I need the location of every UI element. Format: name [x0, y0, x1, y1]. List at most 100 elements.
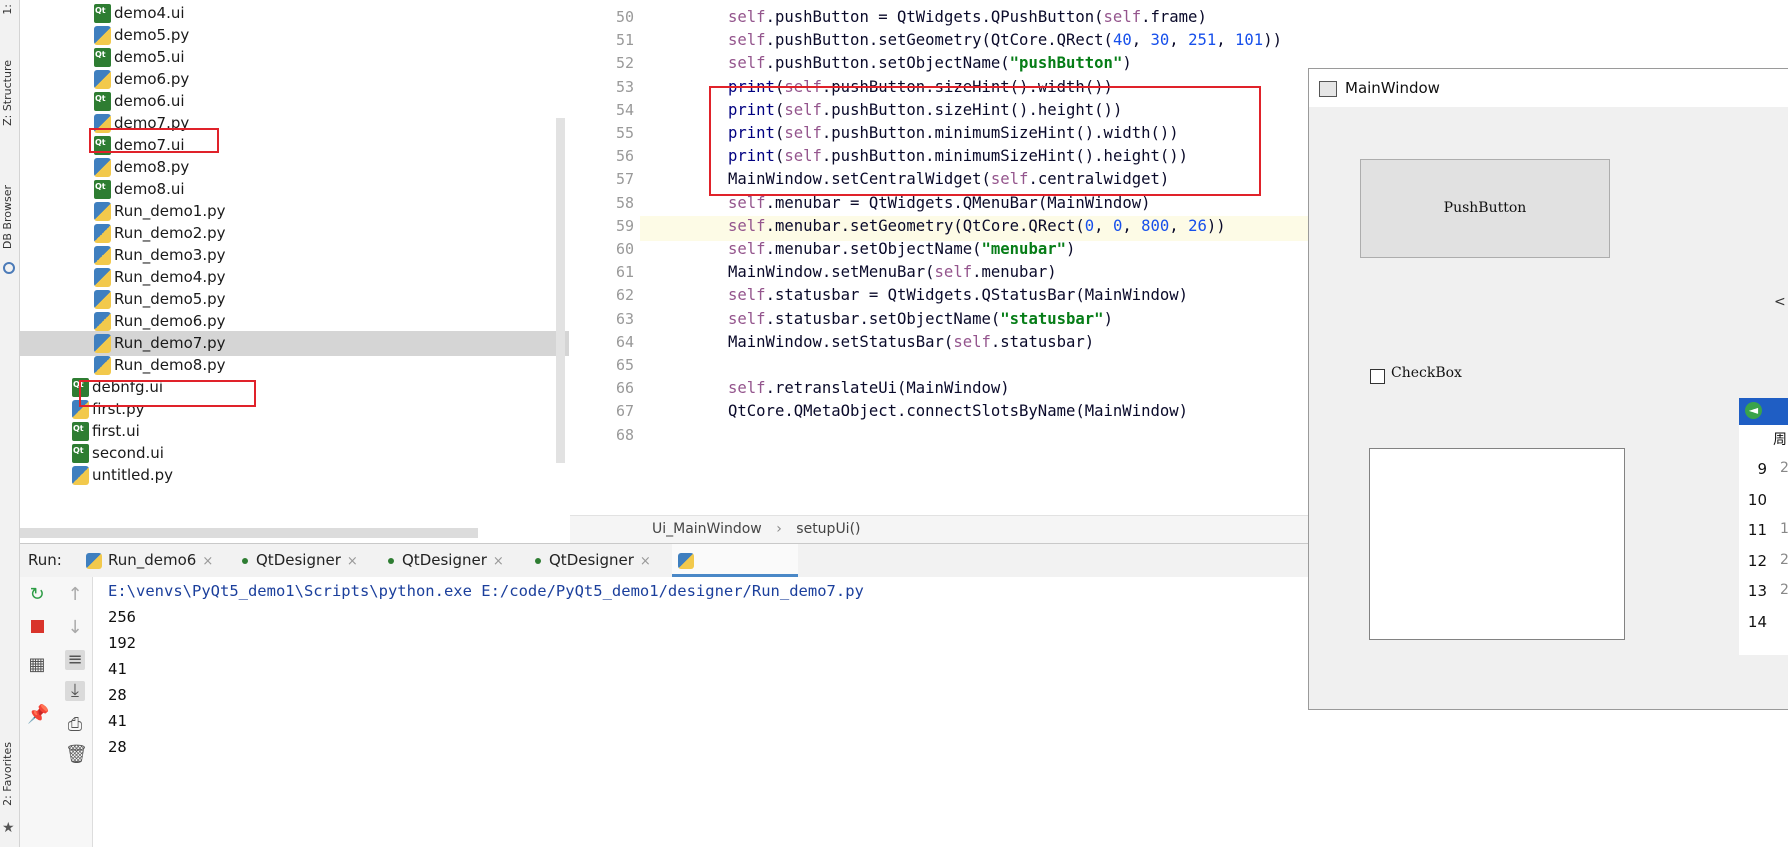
code-token: QtCore.QMetaObject.connectSlotsByName(Ma… — [728, 402, 1189, 421]
code-token: MainWindow.setStatusBar( — [728, 332, 954, 351]
code-line: self.retranslateUi(MainWindow) — [728, 379, 1010, 397]
calendar-week-number: 10 — [1747, 490, 1767, 509]
code-token: .statusbar.setObjectName( — [765, 309, 1001, 328]
db-browser-icon — [3, 262, 15, 274]
code-token: , — [1216, 31, 1236, 50]
calendar-weekday-header: 周 — [1773, 432, 1787, 448]
up-arrow-icon[interactable]: ↑ — [65, 585, 85, 605]
run-tab[interactable]: QtDesigner × — [525, 544, 665, 577]
checkbox-box[interactable] — [1370, 369, 1385, 384]
qt-ui-file-icon — [94, 174, 111, 199]
code-token: , — [1131, 31, 1151, 50]
calendar-day-cell[interactable]: 2 — [1780, 460, 1788, 476]
code-token: 251 — [1188, 31, 1217, 50]
calendar-week-number: 11 — [1747, 521, 1767, 539]
code-token: "menubar" — [981, 240, 1067, 258]
code-token: 800 — [1141, 216, 1170, 235]
code-token: self — [728, 216, 766, 235]
calendar-back-arrow-icon[interactable]: ◄ — [1745, 402, 1762, 419]
code-token: MainWindow.setMenuBar( — [728, 263, 935, 282]
calendar-day-cell[interactable]: 2 — [1780, 582, 1788, 598]
line-number: 67 — [615, 402, 634, 421]
tree-item-label: untitled.py — [92, 466, 174, 484]
code-token: ) — [1066, 240, 1076, 258]
code-token: self — [728, 193, 766, 212]
down-arrow-icon[interactable]: ↓ — [65, 618, 85, 638]
print-icon[interactable]: ⎙ — [65, 715, 85, 735]
python-file-icon — [94, 334, 111, 353]
tree-item[interactable]: untitled.py — [20, 463, 569, 488]
line-number: 62 — [615, 286, 634, 305]
line-number: 63 — [615, 309, 634, 328]
calendar-week-number: 12 — [1747, 551, 1767, 570]
run-tab[interactable]: Run_demo7× — [672, 544, 798, 602]
code-token: , — [1169, 216, 1189, 235]
soft-wrap-icon[interactable]: ≡ — [65, 650, 85, 670]
close-tab-icon[interactable]: × — [347, 554, 358, 569]
console-output-line: 28 — [108, 686, 127, 704]
calendar-day-cell[interactable]: 1 — [1780, 521, 1788, 537]
pin-icon[interactable]: 📌 — [27, 705, 49, 725]
chevron-left-icon[interactable]: < — [1774, 294, 1786, 310]
checkbox-label[interactable]: CheckBox — [1391, 365, 1462, 381]
code-line: self.menubar.setObjectName("menubar") — [728, 240, 1075, 258]
code-token: .menubar.setGeometry(QtCore.QRect( — [765, 216, 1085, 235]
star-icon: ★ — [2, 820, 15, 836]
code-line: self.statusbar.setObjectName("statusbar"… — [728, 310, 1113, 328]
calendar-day-cell[interactable]: 2 — [1780, 552, 1788, 568]
run-label: Run: — [28, 551, 62, 569]
qt-designer-icon — [535, 557, 541, 564]
code-token: , — [1122, 216, 1142, 235]
code-token: .menubar = QtWidgets.QMenuBar(MainWindow… — [765, 193, 1151, 212]
calendar-week-number: 13 — [1747, 582, 1767, 600]
main-window-title: MainWindow — [1345, 79, 1440, 97]
main-window-preview[interactable]: MainWindow PushButton CheckBox < ◄ 周 921… — [1308, 68, 1788, 710]
breadcrumb-class[interactable]: Ui_MainWindow — [652, 521, 762, 537]
rerun-icon[interactable]: ↻ — [27, 585, 47, 605]
code-token: .pushButton = QtWidgets.QPushButton( — [765, 8, 1104, 26]
console-output-line: 28 — [108, 738, 127, 756]
push-button[interactable]: PushButton — [1360, 159, 1610, 258]
run-tab-label: QtDesigner — [402, 551, 487, 569]
qt-ui-file-icon — [94, 86, 111, 111]
line-number: 58 — [615, 193, 634, 212]
line-number: 60 — [615, 240, 634, 258]
layout-icon[interactable]: ▦ — [27, 655, 47, 675]
tree-vertical-scrollbar[interactable] — [556, 118, 565, 463]
code-token: 101 — [1235, 31, 1264, 50]
run-tab[interactable]: QtDesigner × — [232, 544, 372, 577]
line-number: 68 — [615, 425, 634, 444]
code-line: self.pushButton = QtWidgets.QPushButton(… — [728, 8, 1207, 26]
text-edit-box[interactable] — [1369, 448, 1625, 640]
project-tool-tab[interactable]: 1: — [1, 4, 17, 15]
run-tab[interactable]: Run_demo6 × — [80, 544, 220, 577]
code-token: )) — [1263, 31, 1282, 50]
console-command-line: E:\venvs\PyQt5_demo1\Scripts\python.exe … — [108, 582, 864, 600]
code-line: MainWindow.setStatusBar(self.statusbar) — [728, 333, 1094, 351]
code-token: 40 — [1112, 31, 1132, 50]
db-browser-tool-tab[interactable]: DB Browser — [1, 185, 17, 249]
close-tab-icon[interactable]: × — [640, 554, 651, 569]
close-tab-icon[interactable]: × — [493, 554, 504, 569]
structure-tool-tab[interactable]: Z: Structure — [1, 60, 17, 126]
tree-horizontal-scrollbar[interactable] — [20, 528, 478, 538]
favorites-tool-tab[interactable]: 2: Favorites — [1, 742, 17, 806]
line-number: 61 — [615, 263, 634, 282]
python-file-icon — [678, 552, 694, 569]
breadcrumb-separator: › — [776, 521, 782, 537]
calendar-widget[interactable]: 周 9 2 10 11 1 12 2 13 2 14 — [1739, 425, 1788, 655]
breadcrumb-method[interactable]: setupUi() — [796, 521, 860, 537]
code-line: self.menubar = QtWidgets.QMenuBar(MainWi… — [728, 194, 1150, 212]
scroll-to-end-icon[interactable]: ⤓ — [65, 681, 85, 701]
trash-icon[interactable]: 🗑 — [65, 745, 88, 765]
run-toolbar: ↻ ↑ ↓ ≡ ▦ ⤓ 📌 ⎙ 🗑 — [20, 577, 93, 847]
main-window-titlebar[interactable]: MainWindow — [1309, 69, 1788, 107]
close-tab-icon[interactable]: × — [202, 554, 213, 569]
stop-icon[interactable] — [27, 618, 47, 638]
run-tab[interactable]: QtDesigner × — [378, 544, 518, 577]
qt-ui-file-icon — [72, 438, 89, 463]
window-icon — [1319, 81, 1337, 97]
run-tab-label: QtDesigner — [256, 551, 341, 569]
code-token: self — [728, 54, 766, 73]
code-token: .retranslateUi(MainWindow) — [765, 379, 1010, 398]
